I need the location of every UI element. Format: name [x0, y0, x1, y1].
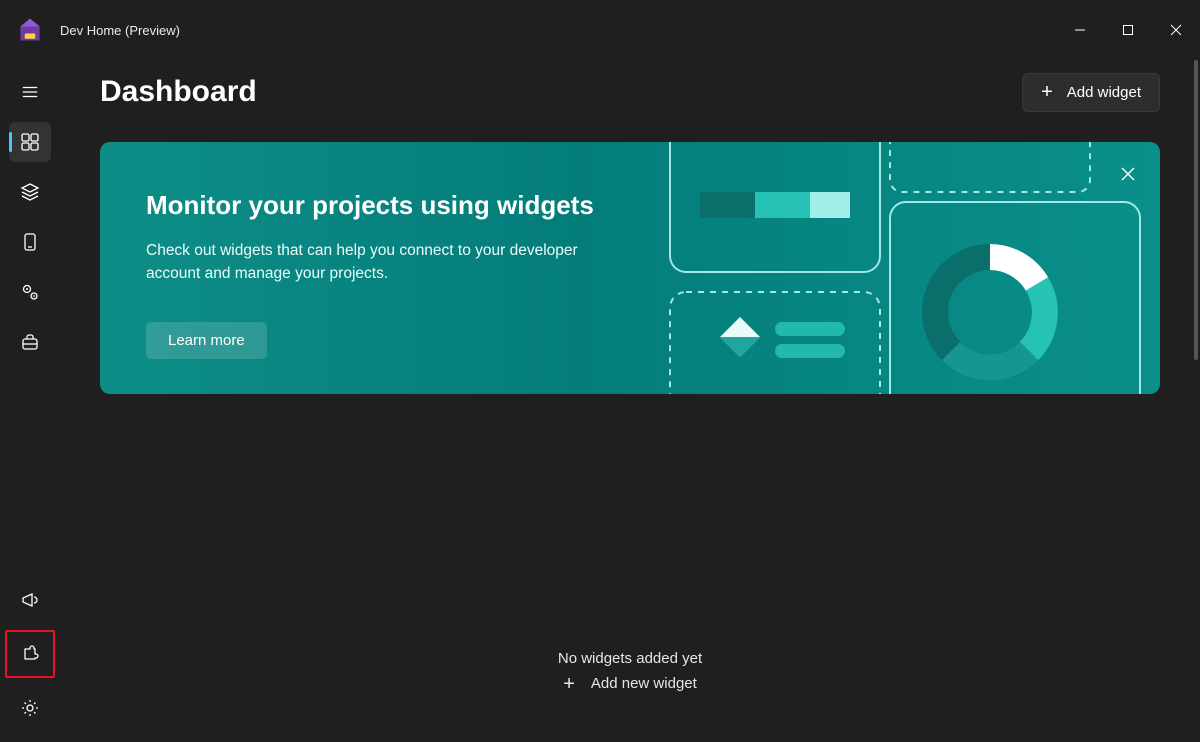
dashboard-icon — [20, 132, 40, 152]
minimize-button[interactable] — [1056, 10, 1104, 50]
titlebar: Dev Home (Preview) — [0, 0, 1200, 60]
sidebar-item-environments[interactable] — [9, 272, 51, 312]
app-icon — [16, 16, 44, 44]
app-title: Dev Home (Preview) — [60, 23, 180, 38]
main-content: Dashboard + Add widget Monitor your proj… — [60, 60, 1200, 742]
empty-state: No widgets added yet + Add new widget — [60, 650, 1200, 692]
scrollbar[interactable] — [1194, 60, 1198, 734]
maximize-button[interactable] — [1104, 10, 1152, 50]
sidebar-item-feedback[interactable] — [9, 580, 51, 620]
learn-more-button[interactable]: Learn more — [146, 322, 267, 359]
megaphone-icon — [20, 590, 40, 610]
empty-state-message: No widgets added yet — [558, 650, 702, 667]
sidebar-item-dashboard[interactable] — [9, 122, 51, 162]
banner-title: Monitor your projects using widgets — [146, 190, 630, 221]
titlebar-left: Dev Home (Preview) — [16, 16, 180, 44]
sidebar-item-utilities[interactable] — [9, 322, 51, 362]
settings-icon — [20, 698, 40, 718]
sidebar — [0, 60, 60, 742]
add-widget-button[interactable]: + Add widget — [1022, 73, 1160, 112]
page-title: Dashboard — [100, 75, 257, 109]
device-icon — [20, 232, 40, 252]
window-controls — [1056, 10, 1200, 50]
puzzle-icon — [20, 644, 40, 664]
highlight-box — [5, 630, 55, 678]
hero-banner: Monitor your projects using widgets Chec… — [100, 142, 1160, 394]
stack-icon — [20, 182, 40, 202]
close-button[interactable] — [1152, 10, 1200, 50]
scrollbar-thumb[interactable] — [1194, 60, 1198, 360]
gears-icon — [20, 282, 40, 302]
add-new-widget-link[interactable]: + Add new widget — [563, 675, 697, 692]
sidebar-item-settings[interactable] — [9, 688, 51, 728]
sidebar-item-machine-config[interactable] — [9, 172, 51, 212]
hamburger-button[interactable] — [9, 72, 51, 112]
add-widget-label: Add widget — [1067, 84, 1141, 101]
toolbox-icon — [20, 332, 40, 352]
banner-illustration — [660, 142, 1160, 394]
banner-body: Check out widgets that can help you conn… — [146, 239, 630, 286]
sidebar-item-device[interactable] — [9, 222, 51, 262]
header-row: Dashboard + Add widget — [100, 60, 1160, 124]
add-new-widget-label: Add new widget — [591, 675, 697, 692]
sidebar-item-extensions[interactable] — [9, 634, 51, 674]
